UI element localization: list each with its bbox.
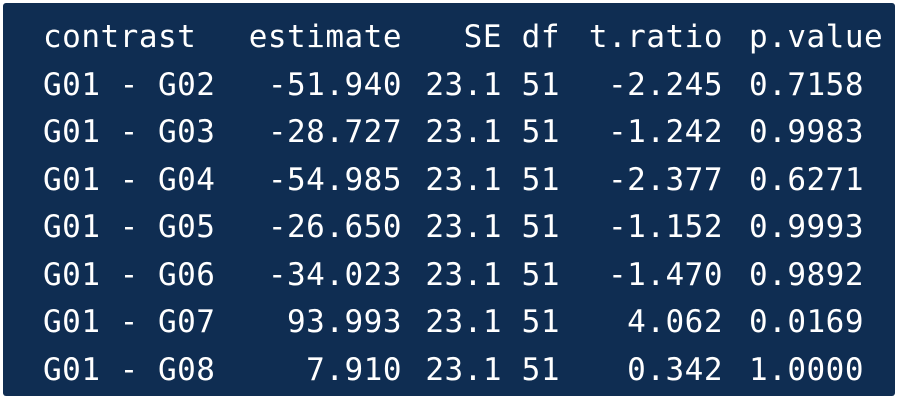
cell-p-value: 0.9892 <box>749 257 864 293</box>
cell-estimate: -26.650 <box>267 209 402 245</box>
cell-estimate: -34.023 <box>267 257 402 293</box>
cell-se: 23.1 <box>425 257 502 293</box>
cell-t-ratio: 0.342 <box>627 352 723 388</box>
cell-se: 23.1 <box>425 67 502 103</box>
cell-estimate: -54.985 <box>267 162 402 198</box>
cell-t-ratio: -1.470 <box>608 257 723 293</box>
cell-contrast: G01 - G08 <box>43 352 216 388</box>
cell-contrast: G01 - G02 <box>43 67 216 103</box>
cell-contrast: G01 - G06 <box>43 257 216 293</box>
cell-p-value: 1.0000 <box>749 352 864 388</box>
table-row: G01 - G05 -26.650 23.1 51 -1.152 0.9993 <box>3 205 895 249</box>
table-row: G01 - G02 -51.940 23.1 51 -2.245 0.7158 <box>3 63 895 107</box>
cell-df: 51 <box>521 209 560 245</box>
header-t-ratio: t.ratio <box>588 19 723 55</box>
header-contrast: contrast <box>43 19 197 55</box>
cell-df: 51 <box>521 304 560 340</box>
cell-se: 23.1 <box>425 162 502 198</box>
cell-p-value: 0.7158 <box>749 67 864 103</box>
header-df: df <box>521 19 560 55</box>
cell-estimate: -28.727 <box>267 114 402 150</box>
cell-p-value: 0.6271 <box>749 162 864 198</box>
cell-df: 51 <box>521 257 560 293</box>
header-p-value: p.value <box>749 19 884 55</box>
header-se: SE <box>463 19 502 55</box>
table-row: G01 - G07 93.993 23.1 51 4.062 0.0169 <box>3 300 895 344</box>
table-row: G01 - G06 -34.023 23.1 51 -1.470 0.9892 <box>3 253 895 297</box>
cell-contrast: G01 - G04 <box>43 162 216 198</box>
cell-se: 23.1 <box>425 352 502 388</box>
cell-t-ratio: -1.242 <box>608 114 723 150</box>
table-row: G01 - G03 -28.727 23.1 51 -1.242 0.9983 <box>3 110 895 154</box>
cell-p-value: 0.0169 <box>749 304 864 340</box>
console-output-panel: contrast estimate SE df t.ratio p.value … <box>3 3 895 396</box>
cell-estimate: 93.993 <box>287 304 402 340</box>
cell-df: 51 <box>521 162 560 198</box>
cell-df: 51 <box>521 352 560 388</box>
table-row: G01 - G04 -54.985 23.1 51 -2.377 0.6271 <box>3 158 895 202</box>
header-estimate: estimate <box>248 19 402 55</box>
cell-contrast: G01 - G07 <box>43 304 216 340</box>
cell-estimate: -51.940 <box>267 67 402 103</box>
cell-estimate: 7.910 <box>306 352 402 388</box>
cell-df: 51 <box>521 67 560 103</box>
table-row: G01 - G08 7.910 23.1 51 0.342 1.0000 <box>3 348 895 392</box>
cell-p-value: 0.9983 <box>749 114 864 150</box>
cell-se: 23.1 <box>425 114 502 150</box>
cell-df: 51 <box>521 114 560 150</box>
cell-t-ratio: -2.245 <box>608 67 723 103</box>
table-header-row: contrast estimate SE df t.ratio p.value <box>3 15 895 59</box>
cell-t-ratio: 4.062 <box>627 304 723 340</box>
cell-contrast: G01 - G05 <box>43 209 216 245</box>
cell-contrast: G01 - G03 <box>43 114 216 150</box>
cell-t-ratio: -2.377 <box>608 162 723 198</box>
cell-se: 23.1 <box>425 304 502 340</box>
cell-p-value: 0.9993 <box>749 209 864 245</box>
cell-t-ratio: -1.152 <box>608 209 723 245</box>
cell-se: 23.1 <box>425 209 502 245</box>
